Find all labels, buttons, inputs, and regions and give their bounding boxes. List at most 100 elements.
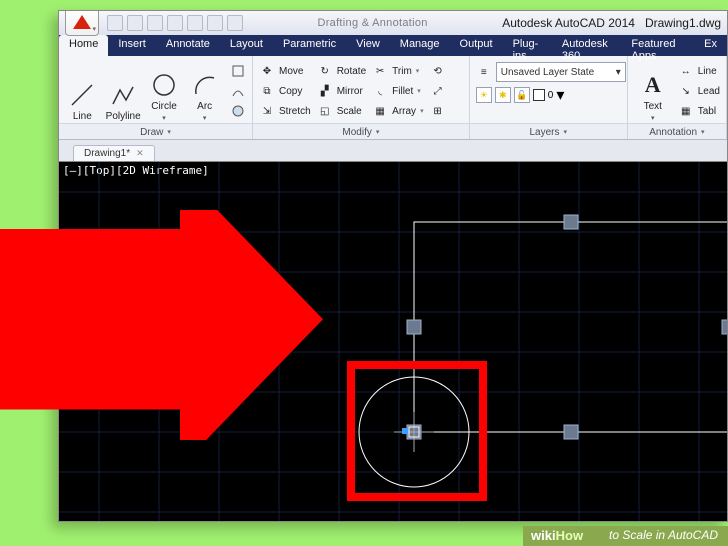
fillet-icon: ◟: [372, 83, 388, 99]
stretch-icon: ⇲: [259, 103, 275, 119]
wikihow-logo: wikiHow: [531, 528, 583, 543]
workspace-label[interactable]: Drafting & Annotation: [243, 17, 502, 29]
titlebar: ▾ Drafting & Annotation Autodesk AutoCAD…: [59, 11, 727, 35]
draw-extra-2[interactable]: [230, 82, 246, 101]
tab-view[interactable]: View: [346, 35, 390, 56]
mirror-button[interactable]: ▞Mirror: [317, 82, 366, 101]
text-button[interactable]: A Text▾: [634, 60, 672, 122]
text-icon: A: [639, 71, 667, 99]
layer-lock-icon: 🔓: [514, 87, 530, 103]
panel-modify-label[interactable]: Modify▾: [253, 123, 469, 139]
wikihow-watermark: wikiHow to Scale in AutoCAD: [523, 526, 728, 546]
line-button[interactable]: Line: [65, 60, 100, 122]
layer-properties-button[interactable]: ≡: [476, 63, 492, 82]
panel-draw: Line Polyline Circle▾ Arc▾: [59, 56, 253, 139]
tab-featured-apps[interactable]: Featured Apps: [621, 35, 694, 56]
layer-freeze-icon: ✱: [495, 87, 511, 103]
polyline-button[interactable]: Polyline: [106, 60, 141, 122]
trim-icon: ✂: [372, 63, 388, 79]
qat-open-button[interactable]: [127, 15, 143, 31]
layers-icon: ≡: [476, 64, 492, 80]
ribbon-tabs: Home Insert Annotate Layout Parametric V…: [59, 35, 727, 56]
stretch-button[interactable]: ⇲Stretch: [259, 102, 311, 121]
application-menu-button[interactable]: ▾: [65, 10, 99, 36]
arc-icon: [191, 71, 219, 99]
panel-annotation: A Text▾ ↔Line ↘Lead ▦Tabl Annotation▾: [628, 56, 727, 139]
document-tab[interactable]: Drawing1* ✕: [73, 145, 155, 161]
grip-right-mid[interactable]: [722, 320, 727, 334]
array-button[interactable]: ▦Array▾: [372, 102, 423, 121]
tab-manage[interactable]: Manage: [390, 35, 450, 56]
copy-button[interactable]: ⧉Copy: [259, 82, 311, 101]
copy-icon: ⧉: [259, 83, 275, 99]
modify-extra-2[interactable]: ⤢: [430, 82, 446, 101]
tab-overflow[interactable]: Ex: [694, 35, 727, 56]
tab-home[interactable]: Home: [59, 35, 108, 56]
document-tabs: Drawing1* ✕: [59, 140, 727, 162]
fillet-button[interactable]: ◟Fillet▾: [372, 82, 423, 101]
app-title: Autodesk AutoCAD 2014: [502, 16, 635, 30]
document-title: Drawing1.dwg: [645, 16, 721, 30]
tab-plugins[interactable]: Plug-ins: [503, 35, 552, 56]
panel-layers-label[interactable]: Layers▾: [470, 123, 627, 139]
crosshair-cursor: [394, 412, 434, 452]
grid: [59, 162, 727, 521]
move-button[interactable]: ✥Move: [259, 62, 311, 81]
drawing-canvas[interactable]: [–][Top][2D Wireframe]: [59, 162, 727, 521]
qat-plot-button[interactable]: [187, 15, 203, 31]
scale-button[interactable]: ◱Scale: [317, 102, 366, 121]
tab-autodesk360[interactable]: Autodesk 360: [552, 35, 622, 56]
move-icon: ✥: [259, 63, 275, 79]
rotate-button[interactable]: ↻Rotate: [317, 62, 366, 81]
dimension-icon: ↔: [678, 63, 694, 79]
article-title: to Scale in AutoCAD: [609, 528, 718, 542]
array-icon: ▦: [372, 103, 388, 119]
layer-on-icon: ☀: [476, 87, 492, 103]
document-tab-label: Drawing1*: [84, 148, 130, 159]
modify-extra-1[interactable]: ⟲: [430, 62, 446, 81]
modify-extra-3[interactable]: ⊞: [430, 102, 446, 121]
qat-undo-button[interactable]: [207, 15, 223, 31]
grip-left-mid[interactable]: [407, 320, 421, 334]
leader-icon: ↘: [678, 83, 694, 99]
tab-layout[interactable]: Layout: [220, 35, 273, 56]
draw-extra-3[interactable]: [230, 102, 246, 121]
qat-new-button[interactable]: [107, 15, 123, 31]
title-right: Autodesk AutoCAD 2014 Drawing1.dwg: [502, 16, 721, 30]
scale-icon: ◱: [317, 103, 333, 119]
rotate-icon: ↻: [317, 63, 333, 79]
chevron-down-icon: ▾: [92, 25, 96, 33]
tab-parametric[interactable]: Parametric: [273, 35, 346, 56]
circle-icon: [150, 71, 178, 99]
draw-extra-1[interactable]: [230, 62, 246, 81]
drawn-rectangle[interactable]: [414, 222, 727, 432]
arc-button[interactable]: Arc▾: [187, 60, 222, 122]
quick-access-toolbar: [107, 15, 243, 31]
layer-color-swatch: [533, 89, 545, 101]
grip-bottom-mid[interactable]: [564, 425, 578, 439]
ribbon: Line Polyline Circle▾ Arc▾: [59, 56, 727, 140]
layer-current-row[interactable]: ☀ ✱ 🔓 0 ▾: [476, 85, 565, 105]
leader-button[interactable]: ↘Lead: [678, 82, 720, 101]
polyline-icon: [109, 81, 137, 109]
grip-top-mid[interactable]: [564, 215, 578, 229]
layer-state-dropdown[interactable]: Unsaved Layer State▾: [496, 62, 626, 82]
panel-annotation-label[interactable]: Annotation▾: [628, 123, 726, 139]
panel-draw-label[interactable]: Draw▾: [59, 123, 252, 139]
qat-redo-button[interactable]: [227, 15, 243, 31]
trim-button[interactable]: ✂Trim▾: [372, 62, 423, 81]
circle-button[interactable]: Circle▾: [147, 60, 182, 122]
qat-save-button[interactable]: [147, 15, 163, 31]
table-button[interactable]: ▦Tabl: [678, 102, 720, 121]
tab-annotate[interactable]: Annotate: [156, 35, 220, 56]
panel-layers: ≡ Unsaved Layer State▾ ☀ ✱ 🔓 0 ▾ Layers▾: [470, 56, 628, 139]
qat-saveas-button[interactable]: [167, 15, 183, 31]
panel-modify: ✥Move ⧉Copy ⇲Stretch ↻Rotate ▞Mirror ◱Sc…: [253, 56, 470, 139]
tab-output[interactable]: Output: [450, 35, 503, 56]
layer-current-name: 0: [548, 90, 554, 101]
line-icon: [68, 81, 96, 109]
tab-insert[interactable]: Insert: [108, 35, 156, 56]
linear-dim-button[interactable]: ↔Line: [678, 62, 720, 81]
mirror-icon: ▞: [317, 83, 333, 99]
close-icon[interactable]: ✕: [136, 148, 144, 159]
